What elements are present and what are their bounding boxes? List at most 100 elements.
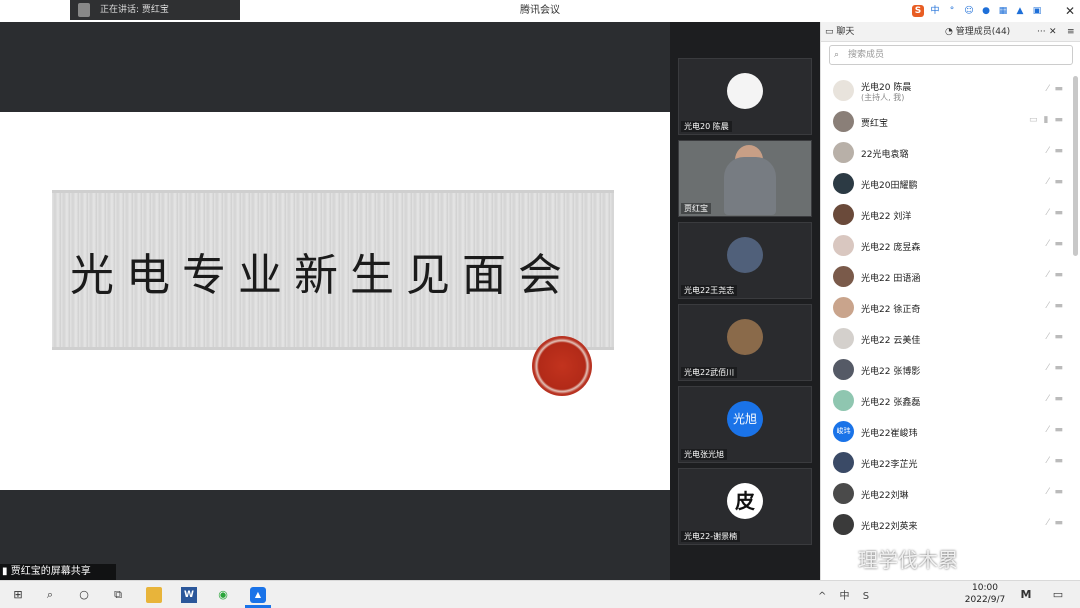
video-tile[interactable]: 贾红宝 — [678, 140, 812, 217]
mic-camera-icons[interactable]: ⁄▬ — [1047, 332, 1069, 342]
avatar — [727, 237, 763, 273]
more-options-button[interactable]: ··· — [1037, 22, 1046, 42]
avatar: 峻玮 — [833, 421, 854, 442]
file-explorer-icon[interactable] — [146, 587, 162, 603]
mic-camera-icons[interactable]: ⁄▬ — [1047, 487, 1069, 497]
mic-camera-icons[interactable]: ⁄▬ — [1047, 394, 1069, 404]
task-view-icon[interactable]: ⧉ — [110, 587, 126, 603]
browser-icon[interactable]: ◉ — [215, 587, 231, 603]
search-icon: ⌕ — [834, 50, 840, 60]
ime-mode-indicator[interactable]: 中 — [929, 5, 941, 17]
toolbox-icon[interactable]: ▣ — [1031, 5, 1043, 17]
window-close-button[interactable]: ✕ — [1060, 0, 1080, 22]
list-item[interactable]: 光电22李芷光 ⁄▬ — [821, 448, 1069, 479]
video-tile-name: 光电张光旭 — [681, 449, 727, 460]
word-icon[interactable]: W — [181, 587, 197, 603]
tab-members[interactable]: ◔ 管理成员(44) — [945, 22, 1010, 42]
skin-icon[interactable]: ▲ — [1014, 5, 1026, 17]
list-item[interactable]: 光电22 张鑫磊 ⁄▬ — [821, 386, 1069, 417]
video-tile[interactable]: 光电22王尧志 — [678, 222, 812, 299]
microphone-icon[interactable]: ● — [980, 5, 992, 17]
list-item[interactable]: 光电22 徐正奇 ⁄▬ — [821, 293, 1069, 324]
avatar — [833, 142, 854, 163]
ime-logo-icon[interactable]: S — [912, 5, 924, 17]
video-tile-name: 光电22武佰川 — [681, 367, 738, 378]
taskbar-clock[interactable]: 10:00 2022/9/7 — [960, 582, 1010, 606]
tencent-meeting-icon[interactable]: ▲ — [250, 587, 266, 603]
member-list-scrollbar[interactable] — [1073, 76, 1078, 256]
list-item[interactable]: 光电22 张博影 ⁄▬ — [821, 355, 1069, 386]
video-tile-name: 贾红宝 — [681, 203, 711, 214]
close-panel-button[interactable]: ✕ — [1049, 22, 1057, 42]
list-item[interactable]: 22光电袁璐 ⁄▬ — [821, 138, 1069, 169]
cortana-icon[interactable]: ○ — [76, 587, 92, 603]
notification-icon[interactable]: ▭ — [1050, 587, 1066, 603]
slide-title: 光电专业新生见面会 — [70, 250, 574, 301]
avatar — [833, 297, 854, 318]
avatar: 光旭 — [727, 401, 763, 437]
keyboard-icon[interactable]: ▦ — [997, 5, 1009, 17]
avatar — [833, 328, 854, 349]
avatar — [833, 235, 854, 256]
search-input[interactable]: ⌕ 搜索成员 — [829, 45, 1073, 65]
camera-feed-body — [724, 157, 776, 215]
member-name: 22光电袁璐 — [861, 150, 909, 160]
video-tile[interactable]: 皮 光电22-谢景楠 — [678, 468, 812, 545]
member-name: 光电20田耀鹏 — [861, 181, 918, 191]
avatar — [833, 390, 854, 411]
avatar — [833, 514, 854, 535]
mic-camera-icons[interactable]: ⁄▬ — [1047, 239, 1069, 249]
member-name: 光电22 徐正奇 — [861, 305, 921, 315]
mic-camera-icons[interactable]: ⁄▬ — [1047, 208, 1069, 218]
mic-camera-icons[interactable]: ⁄▬ — [1047, 456, 1069, 466]
list-item[interactable]: 光电20田耀鹏 ⁄▬ — [821, 169, 1069, 200]
list-item[interactable]: 光电22 庞昱森 ⁄▬ — [821, 231, 1069, 262]
menu-icon[interactable]: ≡ — [1067, 22, 1075, 42]
member-name: 光电22 刘洋 — [861, 212, 912, 222]
member-name: 光电22刘英来 — [861, 522, 918, 532]
member-role: (主持人, 我) — [861, 93, 905, 102]
mic-camera-icons[interactable]: ⁄▬ — [1047, 301, 1069, 311]
mic-camera-icons[interactable]: ⁄▬ — [1047, 177, 1069, 187]
member-name: 光电22 张鑫磊 — [861, 398, 921, 408]
member-name: 贾红宝 — [861, 119, 889, 129]
mic-camera-icons[interactable]: ⁄▬ — [1047, 425, 1069, 435]
tab-chat[interactable]: ▭ 聊天 — [825, 22, 854, 42]
mic-camera-icons[interactable]: ⁄▬ — [1047, 84, 1069, 94]
avatar — [833, 111, 854, 132]
start-icon[interactable]: ⊞ — [10, 587, 26, 603]
search-icon[interactable]: ⌕ — [42, 587, 58, 603]
widget-icon[interactable]: M — [1018, 587, 1034, 603]
speaking-text: 正在讲话: 贾红宝 — [100, 5, 169, 15]
list-item[interactable]: 贾红宝 ▭▮▬ — [821, 107, 1069, 138]
watermark-text: 理学伐木累 — [858, 548, 958, 572]
emoji-icon[interactable]: ☺ — [963, 5, 975, 17]
list-item[interactable]: 光电22 田语涵 ⁄▬ — [821, 262, 1069, 293]
video-tile[interactable]: 光电20 陈晨 — [678, 58, 812, 135]
member-name: 光电22 张博影 — [861, 367, 921, 377]
video-tile-name: 光电22王尧志 — [681, 285, 738, 296]
clock-date: 2022/9/7 — [964, 595, 1006, 605]
mic-camera-icons[interactable]: ⁄▬ — [1047, 270, 1069, 280]
video-tile-name: 光电20 陈晨 — [681, 121, 732, 132]
list-item[interactable]: 光电22 刘洋 ⁄▬ — [821, 200, 1069, 231]
avatar — [727, 73, 763, 109]
ime-toolbar[interactable]: S 中 ° ☺ ● ▦ ▲ ▣ — [912, 2, 1043, 20]
mic-camera-icons[interactable]: ⁄▬ — [1047, 146, 1069, 156]
list-item[interactable]: 光电22刘琳 ⁄▬ — [821, 479, 1069, 510]
list-item[interactable]: 光电22刘英来 ⁄▬ — [821, 510, 1069, 541]
member-name: 光电22 庞昱森 — [861, 243, 921, 253]
video-tile[interactable]: 光电22武佰川 — [678, 304, 812, 381]
video-strip[interactable]: 光电20 陈晨 贾红宝 光电22王尧志 光电22武佰川 光旭 光电张光旭 皮 光… — [670, 22, 820, 580]
mic-camera-icons[interactable]: ⁄▬ — [1047, 518, 1069, 528]
list-item[interactable]: 光电22 云美佳 ⁄▬ — [821, 324, 1069, 355]
mic-camera-icons[interactable]: ▭▮▬ — [1029, 115, 1069, 125]
presentation-slide: 光电专业新生见面会 — [0, 112, 670, 490]
punctuation-icon[interactable]: ° — [946, 5, 958, 17]
panel-tab-bar: ▭ 聊天 ◔ 管理成员(44) ··· ✕ ≡ — [821, 22, 1080, 42]
list-item[interactable]: 光电20 陈晨 (主持人, 我) ⁄▬ — [821, 76, 1069, 107]
list-item[interactable]: 峻玮 光电22崔峻玮 ⁄▬ — [821, 417, 1069, 448]
mic-camera-icons[interactable]: ⁄▬ — [1047, 363, 1069, 373]
system-tray[interactable]: ^ 中 S — [818, 587, 874, 602]
video-tile[interactable]: 光旭 光电张光旭 — [678, 386, 812, 463]
